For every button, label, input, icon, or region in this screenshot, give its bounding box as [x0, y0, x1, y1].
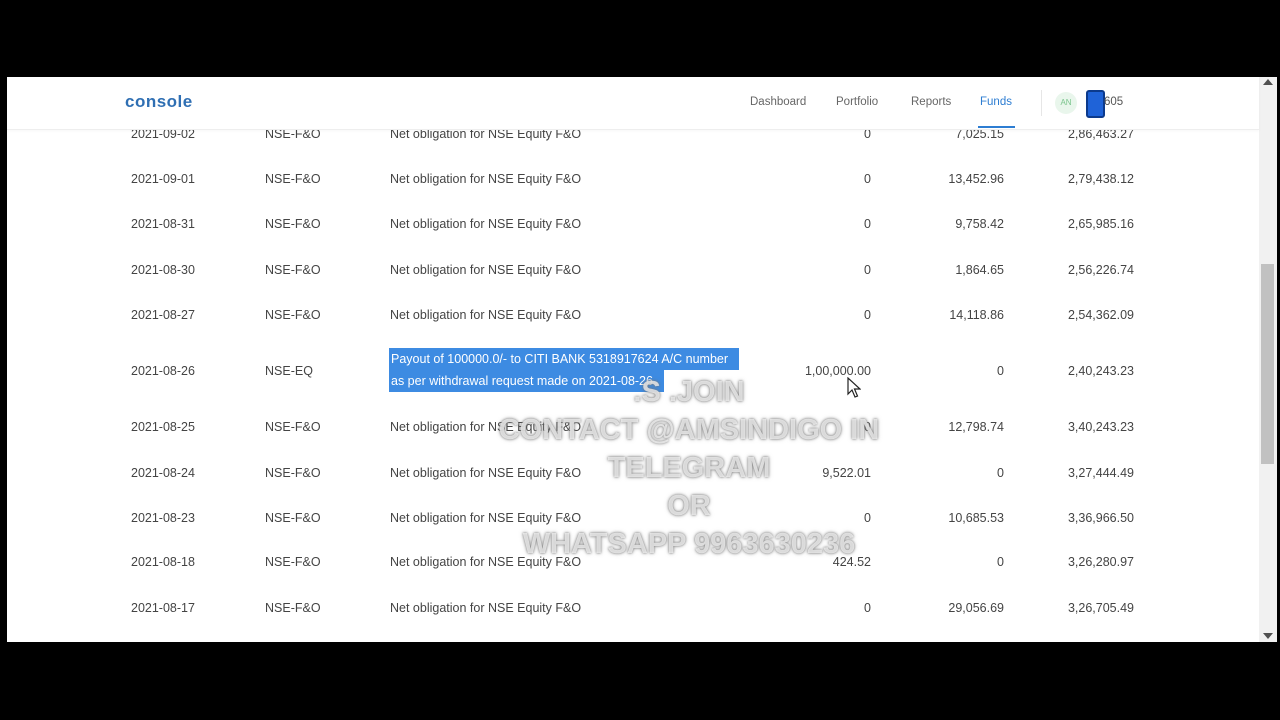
row-balance: 2,56,226.74 — [1067, 263, 1134, 277]
row-segment: NSE-F&O — [265, 217, 321, 231]
scroll-down-arrow-icon[interactable] — [1263, 633, 1273, 639]
selected-particulars-line2[interactable]: as per withdrawal request made on 2021-0… — [389, 370, 664, 392]
row-particulars: Net obligation for NSE Equity F&O — [390, 172, 582, 186]
row-credit: 0 — [997, 364, 1004, 378]
row-segment: NSE-EQ — [265, 364, 313, 378]
phone-icon — [1086, 90, 1105, 118]
row-credit: 14,118.86 — [949, 308, 1004, 322]
row-date: 2021-08-23 — [131, 511, 195, 525]
row-date: 2021-08-30 — [131, 263, 195, 277]
row-segment: NSE-F&O — [265, 601, 321, 615]
cursor-icon — [847, 377, 861, 398]
row-segment: NSE-F&O — [265, 263, 321, 277]
row-debit: 0 — [864, 601, 871, 615]
row-credit: 9,758.42 — [955, 217, 1004, 231]
row-segment: NSE-F&O — [265, 511, 321, 525]
row-date: 2021-08-31 — [131, 217, 195, 231]
row-debit: 1,00,000.00 — [804, 364, 871, 378]
row-balance: 3,26,705.49 — [1067, 601, 1134, 615]
row-segment: NSE-F&O — [265, 420, 321, 434]
row-date: 2021-08-27 — [131, 308, 195, 322]
row-particulars: Net obligation for NSE Equity F&O — [390, 217, 582, 231]
row-credit: 12,798.74 — [948, 420, 1004, 434]
console-window: 2021-09-02 NSE-F&O Net obligation for NS… — [7, 77, 1277, 642]
row-particulars: Net obligation for NSE Equity F&O — [390, 263, 582, 277]
row-debit: 0 — [864, 308, 871, 322]
nav-divider — [1041, 90, 1042, 116]
selected-particulars-line1[interactable]: Payout of 100000.0/- to CITI BANK 531891… — [389, 348, 739, 370]
row-balance: 3,36,966.50 — [1067, 511, 1134, 525]
row-debit: 0 — [864, 420, 871, 434]
ledger-table: 2021-09-02 NSE-F&O Net obligation for NS… — [7, 77, 1259, 642]
row-particulars: Net obligation for NSE Equity F&O — [390, 601, 582, 615]
row-balance: 3,40,243.23 — [1067, 420, 1134, 434]
row-date: 2021-08-18 — [131, 555, 195, 569]
row-segment: NSE-F&O — [265, 308, 321, 322]
row-particulars: Net obligation for NSE Equity F&O — [390, 466, 582, 480]
scroll-up-arrow-icon[interactable] — [1263, 79, 1273, 85]
row-debit: 424.52 — [832, 555, 871, 569]
nav-portfolio[interactable]: Portfolio — [836, 96, 878, 108]
user-id[interactable]: 605 — [1104, 96, 1123, 108]
row-date: 2021-08-26 — [131, 364, 195, 378]
row-particulars: Net obligation for NSE Equity F&O — [390, 308, 582, 322]
row-balance: 2,54,362.09 — [1067, 308, 1134, 322]
user-avatar[interactable]: AN — [1055, 92, 1077, 114]
row-particulars: Net obligation for NSE Equity F&O — [390, 555, 582, 569]
row-balance: 2,79,438.12 — [1067, 172, 1134, 186]
row-balance: 2,40,243.23 — [1067, 364, 1134, 378]
row-balance: 3,27,444.49 — [1067, 466, 1134, 480]
row-balance: 3,26,280.97 — [1067, 555, 1134, 569]
row-segment: NSE-F&O — [265, 172, 321, 186]
row-credit: 13,452.96 — [948, 172, 1004, 186]
row-date: 2021-09-01 — [131, 172, 195, 186]
row-credit: 29,056.69 — [948, 601, 1004, 615]
top-navbar: console Dashboard Portfolio Reports Fund… — [7, 77, 1259, 130]
console-logo[interactable]: console — [125, 92, 193, 112]
active-nav-indicator — [978, 126, 1015, 128]
row-credit: 10,685.53 — [948, 511, 1004, 525]
row-debit: 0 — [864, 511, 871, 525]
row-credit: 0 — [997, 466, 1004, 480]
row-date: 2021-08-24 — [131, 466, 195, 480]
row-particulars: Net obligation for NSE Equity F&O — [390, 511, 582, 525]
nav-reports[interactable]: Reports — [911, 96, 951, 108]
row-balance: 2,65,985.16 — [1067, 217, 1134, 231]
scrollbar-thumb[interactable] — [1261, 264, 1274, 464]
row-credit: 0 — [997, 555, 1004, 569]
row-segment: NSE-F&O — [265, 555, 321, 569]
row-segment: NSE-F&O — [265, 466, 321, 480]
row-date: 2021-08-25 — [131, 420, 195, 434]
row-particulars: Net obligation for NSE Equity F&O — [390, 420, 582, 434]
nav-funds[interactable]: Funds — [980, 96, 1012, 108]
nav-dashboard[interactable]: Dashboard — [750, 96, 806, 108]
row-debit: 0 — [864, 217, 871, 231]
row-credit: 1,864.65 — [955, 263, 1004, 277]
row-debit: 0 — [864, 263, 871, 277]
row-date: 2021-08-17 — [131, 601, 195, 615]
row-debit: 9,522.01 — [822, 466, 871, 480]
row-debit: 0 — [864, 172, 871, 186]
